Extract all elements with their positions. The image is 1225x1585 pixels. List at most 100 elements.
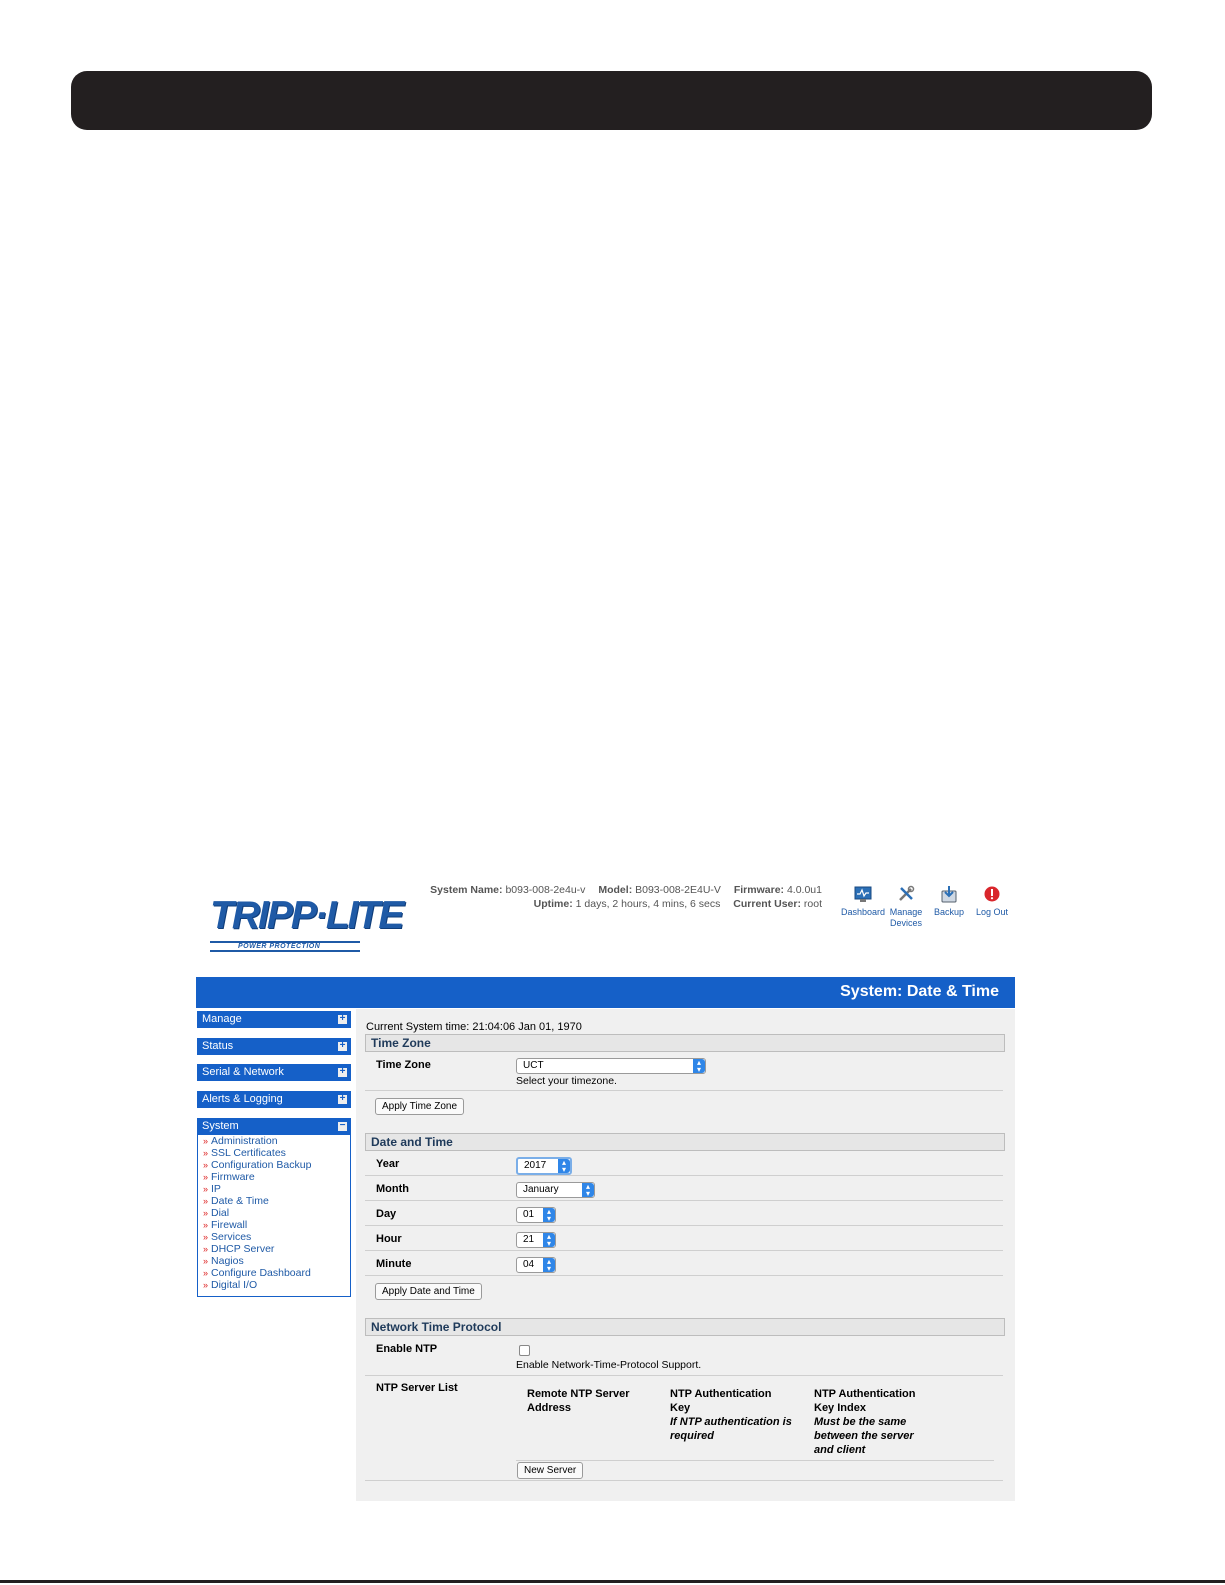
apply-date-time-button[interactable]: Apply Date and Time	[375, 1283, 482, 1300]
column-header-line: NTP Authentication	[670, 1388, 772, 1400]
apply-time-zone-button[interactable]: Apply Time Zone	[375, 1098, 465, 1115]
year-value: 2017	[524, 1160, 547, 1171]
divider	[516, 1460, 994, 1461]
month-label: Month	[376, 1183, 409, 1195]
screenshot-ui: TRIPP·LITE POWER PROTECTION System Name:…	[196, 874, 1028, 1501]
divider	[365, 1200, 1003, 1201]
sidebar-section-label: Status	[202, 1040, 234, 1052]
sidebar-item-label: SSL Certificates	[211, 1147, 286, 1159]
month-select[interactable]: January ▴ ▾	[516, 1182, 595, 1198]
sidebar-section-label: Manage	[202, 1013, 242, 1025]
enable-ntp-checkbox[interactable]	[519, 1345, 530, 1356]
chevron-icon: »	[203, 1268, 209, 1278]
day-select[interactable]: 01 ▴ ▾	[516, 1207, 556, 1223]
sidebar-item-nagios[interactable]: » Nagios	[198, 1255, 350, 1267]
logo-rule	[210, 950, 360, 952]
minute-label: Minute	[376, 1258, 412, 1270]
firmware-value: 4.0.0u1	[786, 884, 822, 896]
year-select[interactable]: 2017 ▴ ▾	[516, 1157, 572, 1175]
new-server-button[interactable]: New Server	[517, 1462, 584, 1479]
sidebar-item-label: Digital I/O	[211, 1279, 258, 1291]
column-header-auth-key-index: NTP Authentication Key Index Must be the…	[814, 1387, 915, 1457]
collapse-icon[interactable]: −	[338, 1121, 347, 1131]
sidebar-item-firewall[interactable]: » Firewall	[198, 1219, 350, 1231]
column-header-line: Remote NTP Server	[527, 1388, 630, 1400]
hour-value: 21	[523, 1234, 535, 1245]
sidebar-section-status[interactable]: Status +	[197, 1038, 351, 1055]
time-zone-select[interactable]: UCT ▴ ▾	[516, 1058, 706, 1074]
section-title: Time Zone	[371, 1036, 431, 1050]
divider	[365, 1275, 1003, 1276]
time-zone-section-header: Time Zone	[365, 1034, 1005, 1052]
column-note-line: If NTP authentication is	[670, 1416, 792, 1428]
current-user-label: Current User:	[733, 898, 801, 910]
sidebar-item-configuration-backup[interactable]: » Configuration Backup	[198, 1159, 350, 1171]
chevron-icon: »	[203, 1280, 209, 1290]
page-title-bar: System: Date & Time	[196, 977, 1015, 1008]
system-name-label: System Name:	[430, 884, 503, 896]
manage-devices-label-line2: Devices	[889, 918, 922, 928]
column-header-line: Address	[527, 1402, 572, 1414]
dashboard-label: Dashboard	[840, 907, 886, 917]
expand-icon[interactable]: +	[338, 1014, 347, 1024]
section-title: Date and Time	[371, 1135, 453, 1149]
sidebar-item-services[interactable]: » Services	[198, 1231, 350, 1243]
sidebar-section-label: System	[202, 1120, 239, 1132]
divider	[365, 1375, 1003, 1376]
ntp-section-header: Network Time Protocol	[365, 1318, 1005, 1336]
sidebar-section-alerts-logging[interactable]: Alerts & Logging +	[197, 1091, 351, 1108]
column-header-line: Key Index	[814, 1402, 866, 1414]
day-label: Day	[376, 1208, 397, 1220]
sidebar-item-ip[interactable]: » IP	[198, 1183, 350, 1195]
sidebar-item-ssl-certificates[interactable]: » SSL Certificates	[198, 1147, 350, 1159]
uptime-label: Uptime:	[533, 898, 573, 910]
day-value: 01	[523, 1209, 535, 1220]
chevron-icon: »	[203, 1148, 209, 1158]
dashboard-button[interactable]: Dashboard	[839, 884, 887, 918]
divider	[365, 1090, 1003, 1091]
expand-icon[interactable]: +	[338, 1041, 347, 1051]
current-user-value: root	[803, 898, 822, 910]
chevron-icon: »	[203, 1172, 209, 1182]
sidebar-item-label: DHCP Server	[211, 1243, 275, 1255]
system-name-value: b093-008-2e4u-v	[505, 884, 586, 896]
chevron-icon: »	[203, 1160, 209, 1170]
current-system-time: Current System time: 21:04:06 Jan 01, 19…	[366, 1021, 582, 1033]
minute-select[interactable]: 04 ▴ ▾	[516, 1257, 556, 1273]
sidebar-item-dial[interactable]: » Dial	[198, 1207, 350, 1219]
enable-ntp-hint: Enable Network-Time-Protocol Support.	[516, 1359, 702, 1371]
sidebar-item-dhcp-server[interactable]: » DHCP Server	[198, 1243, 350, 1255]
month-value: January	[523, 1184, 559, 1195]
select-arrows-icon: ▴ ▾	[558, 1159, 570, 1174]
manage-devices-button[interactable]: Manage Devices	[882, 884, 930, 929]
model-value: B093-008-2E4U-V	[635, 884, 721, 896]
column-note-line: between the server	[814, 1430, 914, 1442]
chevron-icon: »	[203, 1196, 209, 1206]
sidebar-section-system[interactable]: System −	[197, 1118, 351, 1135]
sidebar-item-configure-dashboard[interactable]: » Configure Dashboard	[198, 1267, 350, 1279]
column-header-line: Key	[670, 1402, 691, 1414]
main-content: Current System time: 21:04:06 Jan 01, 19…	[356, 1009, 1015, 1501]
column-note-line: Must be the same	[814, 1416, 907, 1428]
sidebar-section-serial-network[interactable]: Serial & Network +	[197, 1064, 351, 1081]
footer-rule	[0, 1580, 1225, 1583]
sidebar-item-label: Administration	[211, 1135, 278, 1147]
backup-button[interactable]: Backup	[925, 884, 973, 918]
expand-icon[interactable]: +	[338, 1094, 347, 1104]
sidebar-item-digital-io[interactable]: » Digital I/O	[198, 1279, 350, 1291]
sidebar-item-date-time[interactable]: » Date & Time	[198, 1195, 350, 1207]
divider	[365, 1250, 1003, 1251]
hour-select[interactable]: 21 ▴ ▾	[516, 1232, 556, 1248]
sidebar-item-firmware[interactable]: » Firmware	[198, 1171, 350, 1183]
log-out-label: Log Out	[975, 907, 1009, 917]
divider	[365, 1480, 1003, 1481]
header-bar	[71, 71, 1152, 130]
select-arrows-icon: ▴ ▾	[543, 1233, 555, 1248]
expand-icon[interactable]: +	[338, 1067, 347, 1077]
chevron-icon: »	[203, 1244, 209, 1254]
log-out-button[interactable]: Log Out	[968, 884, 1016, 918]
tripp-lite-logo: TRIPP·LITE POWER PROTECTION	[208, 894, 404, 952]
sidebar-section-manage[interactable]: Manage +	[197, 1011, 351, 1028]
sidebar-item-label: Configure Dashboard	[211, 1267, 311, 1279]
sidebar-item-administration[interactable]: » Administration	[198, 1135, 350, 1147]
